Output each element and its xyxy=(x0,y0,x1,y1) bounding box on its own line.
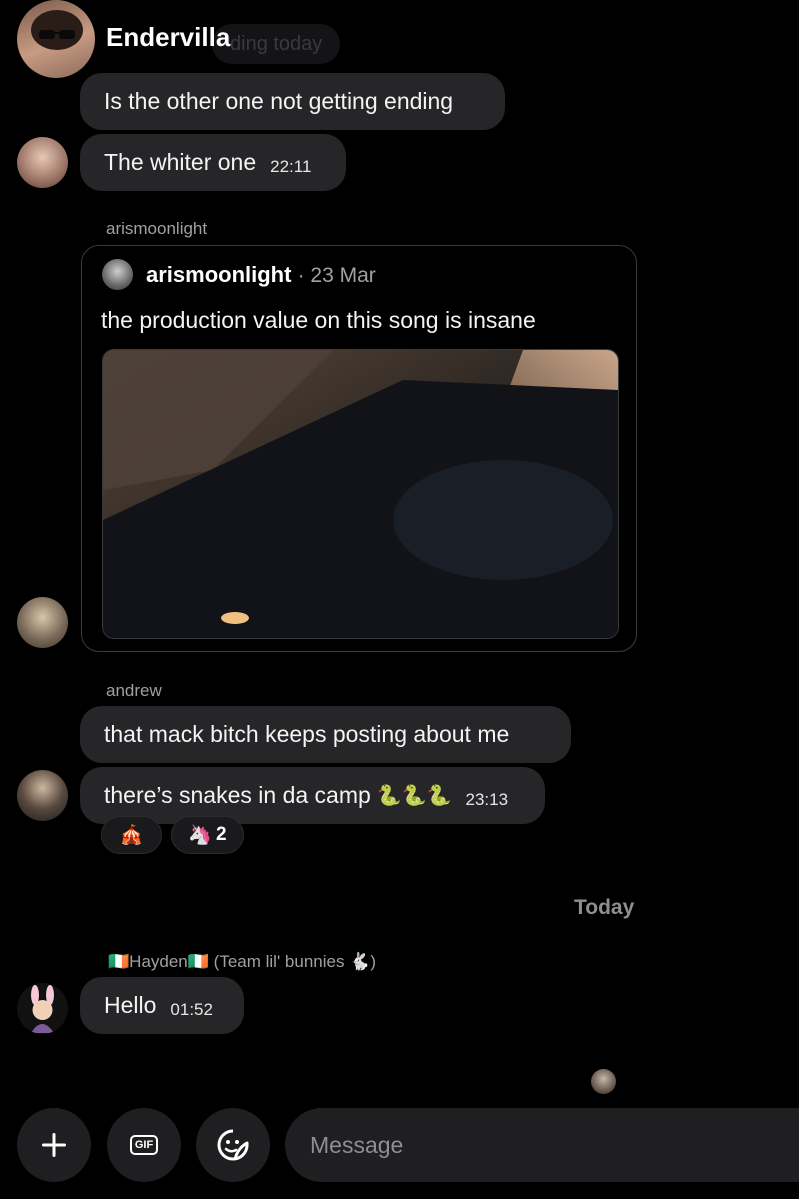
sender-avatar[interactable] xyxy=(17,983,68,1034)
sender-name: 🇮🇪Hayden🇮🇪 (Team lil' bunnies 🐇) xyxy=(108,952,377,971)
sender-avatar[interactable] xyxy=(17,770,68,821)
plus-icon xyxy=(42,1133,66,1157)
read-receipt-avatar xyxy=(591,1069,616,1094)
post-header: arismoonlight · 23 Mar xyxy=(146,262,376,288)
chat-name[interactable]: Endervilla xyxy=(106,22,230,53)
message-time: 01:52 xyxy=(170,999,213,1019)
post-author-avatar xyxy=(102,259,133,290)
reaction-unicorn[interactable]: 🦄 2 xyxy=(171,816,244,854)
message-bubble[interactable]: that mack bitch keeps posting about me xyxy=(80,706,571,763)
add-button[interactable] xyxy=(17,1108,91,1182)
video-frame-image xyxy=(103,350,618,638)
message-time: 22:11 xyxy=(270,156,312,176)
snake-emoji: 🐍🐍🐍 xyxy=(376,785,452,807)
gif-icon: GIF xyxy=(129,1135,159,1155)
sender-name: andrew xyxy=(106,681,162,700)
message-text: that mack bitch keeps posting about me xyxy=(104,721,510,747)
header-avatar[interactable] xyxy=(17,0,95,78)
message-time: 23:13 xyxy=(465,789,509,809)
sunglasses-face-icon xyxy=(31,10,83,50)
bunny-avatar-icon xyxy=(31,985,54,1033)
reaction-circus-tent[interactable]: 🎪 xyxy=(101,816,162,854)
sender-avatar[interactable] xyxy=(17,597,68,648)
sender-name: arismoonlight xyxy=(106,219,208,238)
message-bubble[interactable]: Is the other one not getting ending xyxy=(80,73,505,130)
reaction-count: 2 xyxy=(216,824,227,845)
shared-post-card[interactable]: arismoonlight · 23 Mar the production va… xyxy=(81,245,637,652)
circus-tent-icon: 🎪 xyxy=(119,825,144,846)
post-video-thumbnail[interactable] xyxy=(102,349,619,639)
sticker-icon xyxy=(217,1129,249,1161)
faded-message-bubble: ding today xyxy=(212,24,341,64)
date-divider: Today xyxy=(574,896,635,919)
sticker-button[interactable] xyxy=(196,1108,270,1182)
message-text: Hello xyxy=(104,992,157,1018)
message-placeholder: Message xyxy=(310,1131,404,1158)
message-bubble[interactable]: The whiter one 22:11 xyxy=(80,134,346,191)
message-bubble[interactable]: there’s snakes in da camp 🐍🐍🐍 23:13 xyxy=(80,767,545,824)
gif-button[interactable]: GIF xyxy=(107,1108,181,1182)
message-text: there’s snakes in da camp xyxy=(104,782,371,808)
message-text: The whiter one xyxy=(104,149,257,175)
post-caption: the production value on this song is ins… xyxy=(101,307,536,333)
message-text: Is the other one not getting ending xyxy=(104,88,454,114)
message-bubble[interactable]: Hello 01:52 xyxy=(80,977,244,1034)
unicorn-icon: 🦄 xyxy=(188,825,213,846)
post-author: arismoonlight xyxy=(146,262,292,287)
sender-avatar[interactable] xyxy=(17,137,68,188)
post-date: · 23 Mar xyxy=(297,264,376,287)
message-input[interactable]: Message xyxy=(285,1108,799,1182)
